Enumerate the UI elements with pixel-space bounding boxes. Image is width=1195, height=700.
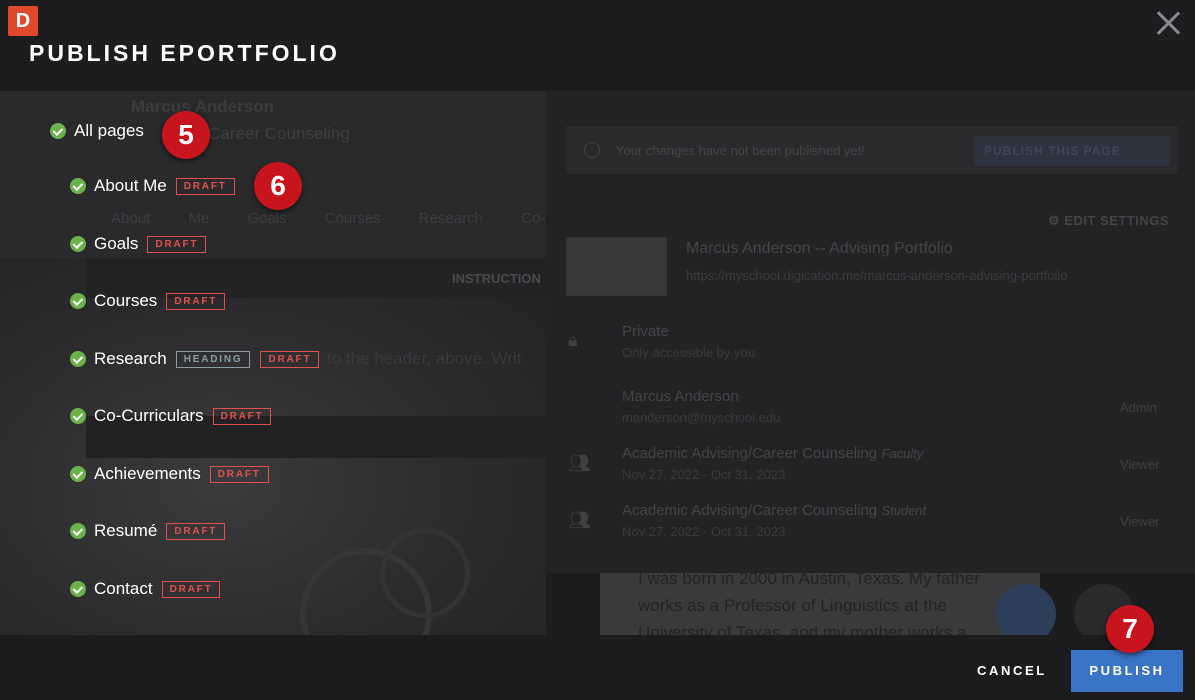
page-option-co-curriculars[interactable]: Co-Curriculars DRAFT (70, 404, 281, 428)
draft-tag: DRAFT (209, 465, 269, 483)
background-portfolio-url: https://myschool.digication.me/marcus-an… (686, 268, 1068, 283)
check-circle-icon[interactable] (70, 523, 86, 539)
modal-title: PUBLISH EPORTFOLIO (29, 40, 340, 66)
draft-tag: DRAFT (260, 350, 320, 368)
draft-tag: DRAFT (175, 177, 235, 195)
page-option-achievements[interactable]: Achievements DRAFT (70, 462, 279, 486)
page-label: Achievements (94, 464, 201, 483)
page-option-research[interactable]: Research HEADING DRAFT (70, 347, 329, 371)
background-edit-settings: ⚙ EDIT SETTINGS (1048, 213, 1170, 228)
page-label: Contact (94, 579, 153, 598)
close-icon[interactable] (1155, 10, 1181, 36)
background-unpublished-banner: Your changes have not been published yet… (566, 126, 1178, 174)
check-circle-icon[interactable] (70, 293, 86, 309)
page-option-contact[interactable]: Contact DRAFT (70, 577, 230, 601)
background-instructions: INSTRUCTION (452, 271, 541, 286)
page-label: About Me (94, 176, 167, 195)
all-pages-option[interactable]: All pages (50, 119, 153, 143)
page-option-resume[interactable]: Resumé DRAFT (70, 519, 235, 543)
app-logo: D (8, 6, 38, 36)
check-circle-icon[interactable] (70, 466, 86, 482)
heading-tag: HEADING (175, 350, 251, 368)
background-publish-page-button: PUBLISH THIS PAGE (974, 136, 1170, 166)
page-option-courses[interactable]: Courses DRAFT (70, 289, 235, 313)
background-group-student: Academic Advising/Career Counseling Stud… (622, 502, 927, 539)
background-article-text: I was born in 2000 in Austin, Texas. My … (638, 569, 980, 642)
page-label: Goals (94, 234, 139, 253)
background-group-faculty: Academic Advising/Career Counseling Facu… (622, 445, 924, 482)
step-badge: 5 (162, 111, 210, 159)
gear-icon: ⚙ (1048, 213, 1065, 228)
page-label: Co-Curriculars (94, 406, 204, 425)
draft-tag: DRAFT (161, 580, 221, 598)
publish-button[interactable]: PUBLISH (1071, 650, 1183, 692)
draft-tag: DRAFT (147, 235, 207, 253)
all-pages-label: All pages (74, 121, 144, 140)
background-body-text: to the header, above. Writ (327, 349, 522, 368)
background-portfolio-thumbnail (566, 237, 667, 296)
background-owner: Marcus Anderson manderson@myschool.edu (622, 388, 781, 425)
background-group-student-role: Viewer (1120, 514, 1160, 529)
check-circle-icon[interactable] (70, 408, 86, 424)
background-banner-message: Your changes have not been published yet… (616, 143, 865, 158)
page-option-about-me[interactable]: About Me DRAFT (70, 174, 245, 198)
background-group-faculty-role: Viewer (1120, 457, 1160, 472)
check-circle-icon[interactable] (70, 178, 86, 194)
step-badge: 6 (254, 162, 302, 210)
page-label: Research (94, 349, 167, 368)
check-circle-icon[interactable] (70, 581, 86, 597)
group-icon: 👥︎ (568, 510, 591, 530)
background-tabs: About Me Goals Courses Research Co-Curri… (111, 210, 594, 227)
background-privacy: Private Only accessible by you (622, 323, 755, 360)
page-label: Courses (94, 291, 158, 310)
page-label: Resumé (94, 521, 158, 540)
step-badge: 7 (1106, 605, 1154, 653)
cancel-button[interactable]: CANCEL (977, 663, 1047, 678)
lock-icon: 🔒︎ (568, 330, 578, 350)
background-author-name: Marcus Anderson (131, 97, 274, 116)
background-portfolio-title: Marcus Anderson -- Advising Portfolio (686, 240, 953, 257)
draft-tag: DRAFT (212, 407, 272, 425)
draft-tag: DRAFT (166, 522, 226, 540)
page-option-goals[interactable]: Goals DRAFT (70, 232, 216, 256)
check-circle-icon[interactable] (70, 236, 86, 252)
check-circle-icon[interactable] (70, 351, 86, 367)
info-icon (584, 142, 600, 158)
group-icon: 👥︎ (568, 453, 591, 473)
background-owner-role: Admin (1120, 400, 1157, 415)
draft-tag: DRAFT (166, 292, 226, 310)
check-circle-icon[interactable] (50, 123, 66, 139)
